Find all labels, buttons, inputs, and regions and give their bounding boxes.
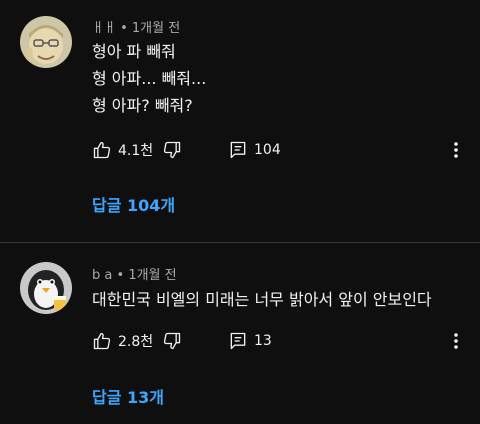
- author-name[interactable]: b a: [92, 268, 112, 283]
- comment-icon: [230, 141, 246, 159]
- more-options-button[interactable]: [448, 329, 464, 353]
- avatar-image: [20, 16, 72, 68]
- comment-line: 형아 파 빼줘: [92, 42, 176, 61]
- reply-count: 104: [254, 142, 281, 158]
- comment-meta: b a • 1개월 전: [92, 264, 177, 283]
- reply-button[interactable]: 104: [228, 138, 281, 162]
- comment-line: 대한민국 비엘의 미래는 너무 밝아서 앞이 안보인다: [92, 290, 432, 309]
- more-vertical-icon: [454, 142, 458, 158]
- avatar[interactable]: [20, 262, 72, 314]
- comment-line: 형 아파? 빼줘?: [92, 96, 193, 115]
- comment-actions: 4.1천 104: [92, 138, 472, 162]
- more-vertical-icon: [454, 333, 458, 349]
- comment: b a • 1개월 전 대한민국 비엘의 미래는 너무 밝아서 앞이 안보인다 …: [0, 244, 480, 424]
- like-button[interactable]: 2.8천: [92, 329, 153, 353]
- comment-actions: 2.8천 13: [92, 329, 472, 353]
- view-replies-link[interactable]: 답글 13개: [92, 384, 164, 408]
- comment-time[interactable]: 1개월 전: [132, 21, 180, 36]
- comment-text: 대한민국 비엘의 미래는 너무 밝아서 앞이 안보인다: [92, 286, 432, 313]
- dislike-button[interactable]: [162, 138, 182, 162]
- view-replies-link[interactable]: 답글 104개: [92, 192, 175, 216]
- like-button[interactable]: 4.1천: [92, 138, 153, 162]
- meta-separator: •: [116, 268, 125, 283]
- like-count: 2.8천: [118, 334, 154, 350]
- thumbs-up-icon: [93, 332, 111, 350]
- reply-button[interactable]: 13: [228, 329, 272, 353]
- reply-count: 13: [254, 333, 272, 349]
- like-count: 4.1천: [118, 143, 154, 159]
- dislike-button[interactable]: [162, 329, 182, 353]
- comment-time[interactable]: 1개월 전: [128, 268, 176, 283]
- comment-line: 형 아파... 빼줘...: [92, 69, 207, 88]
- thumbs-up-icon: [93, 141, 111, 159]
- avatar[interactable]: [20, 16, 72, 68]
- avatar-image: [20, 262, 72, 314]
- comment-icon: [230, 332, 246, 350]
- more-options-button[interactable]: [448, 138, 464, 162]
- comment-meta: ㅐㅐ • 1개월 전: [92, 17, 180, 36]
- meta-separator: •: [120, 21, 128, 36]
- author-name[interactable]: ㅐㅐ: [92, 21, 116, 36]
- comment: ㅐㅐ • 1개월 전 형아 파 빼줘 형 아파... 빼줘... 형 아파? 빼…: [0, 0, 480, 240]
- thumbs-down-icon: [163, 141, 181, 159]
- thumbs-down-icon: [163, 332, 181, 350]
- comment-divider: [0, 242, 480, 243]
- comment-text: 형아 파 빼줘 형 아파... 빼줘... 형 아파? 빼줘?: [92, 38, 206, 119]
